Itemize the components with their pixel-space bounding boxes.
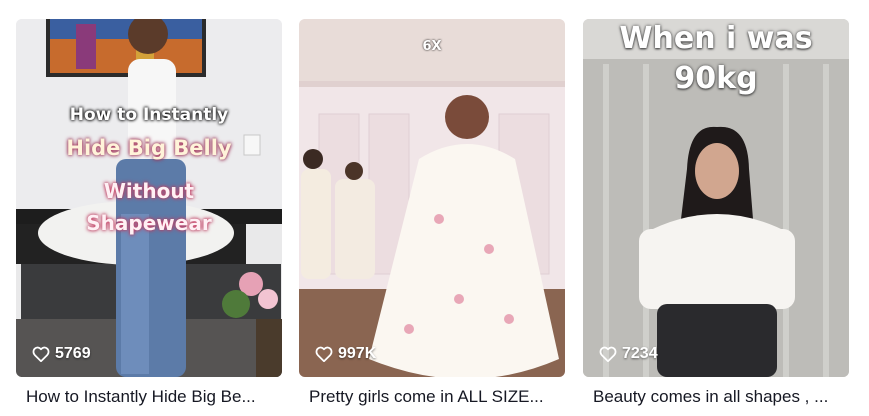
like-count: 7234	[599, 345, 658, 363]
video-thumbnail[interactable]: How to Instantly Hide Big Belly Without …	[16, 19, 282, 377]
video-grid: How to Instantly Hide Big Belly Without …	[0, 0, 869, 416]
overlay-text-line: 6X	[422, 39, 442, 54]
video-thumbnail[interactable]: When i was 90kg 7234	[583, 19, 849, 377]
like-count-value: 7234	[622, 345, 658, 362]
overlay-text-line: Without Shapewear	[16, 175, 282, 239]
thumbnail-scene	[299, 19, 565, 377]
video-caption[interactable]: Pretty girls come in ALL SIZE...	[299, 387, 563, 407]
overlay-text-line: Hide Big Belly	[66, 136, 232, 160]
heart-outline-icon	[32, 346, 50, 362]
heart-outline-icon	[599, 346, 617, 362]
video-card[interactable]: How to Instantly Hide Big Belly Without …	[16, 19, 282, 407]
overlay-text-line: Shapewear	[86, 211, 212, 235]
video-thumbnail[interactable]: 6X 997K	[299, 19, 565, 377]
overlay-text-line: Without	[103, 179, 195, 203]
like-count: 5769	[32, 345, 91, 363]
video-card[interactable]: When i was 90kg 7234 Beauty comes in all…	[583, 19, 849, 407]
overlay-text-line: 90kg	[674, 61, 758, 96]
like-count: 997K	[315, 345, 376, 363]
overlay-text-line: When i was 90kg	[583, 19, 849, 99]
like-count-value: 997K	[338, 345, 377, 362]
video-caption[interactable]: Beauty comes in all shapes , ...	[583, 387, 847, 407]
overlay-text-line: When i was	[619, 21, 813, 56]
overlay-text-line: How to Instantly	[69, 105, 229, 125]
video-caption[interactable]: How to Instantly Hide Big Be...	[16, 387, 280, 407]
video-card[interactable]: 6X 997K Pretty girls come in ALL SIZE...	[299, 19, 565, 407]
heart-outline-icon	[315, 346, 333, 362]
like-count-value: 5769	[55, 345, 91, 362]
